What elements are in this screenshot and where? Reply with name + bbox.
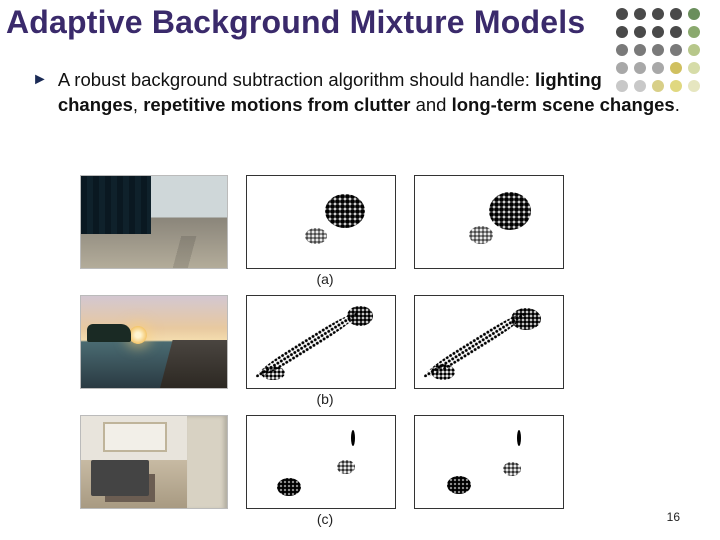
decorative-dot — [652, 44, 664, 56]
thumb-office — [80, 415, 228, 509]
scatter-c-2 — [414, 415, 564, 509]
scatter-b-1 — [246, 295, 396, 389]
bullet-marker-icon: ► — [32, 71, 48, 89]
figure-label-a: (a) — [80, 271, 570, 287]
figure-row-b — [80, 295, 640, 389]
decorative-dot — [652, 26, 664, 38]
page-number: 16 — [667, 510, 680, 524]
thumb-sunset — [80, 295, 228, 389]
bullet-bold-3: long-term scene changes — [452, 94, 675, 115]
figure-label-b: (b) — [80, 391, 570, 407]
decorative-dot — [616, 44, 628, 56]
figure-label-c: (c) — [80, 511, 570, 527]
bullet-end: . — [675, 94, 680, 115]
bullet-sep-1: , — [133, 94, 143, 115]
decorative-dot — [688, 80, 700, 92]
bullet-mid: and — [410, 94, 451, 115]
bullet-item: ► A robust background subtraction algori… — [32, 68, 680, 118]
decorative-dot — [670, 44, 682, 56]
figure-row-a — [80, 175, 640, 269]
scatter-a-2 — [414, 175, 564, 269]
thumb-building — [80, 175, 228, 269]
decorative-dot — [688, 8, 700, 20]
bullet-pre: A robust background subtraction algorith… — [58, 69, 535, 90]
decorative-dot — [634, 44, 646, 56]
decorative-dot — [634, 8, 646, 20]
decorative-dot — [652, 8, 664, 20]
decorative-dot — [634, 26, 646, 38]
scatter-a-1 — [246, 175, 396, 269]
decorative-dot — [688, 44, 700, 56]
slide-title: Adaptive Background Mixture Models — [6, 4, 585, 41]
decorative-dot — [688, 26, 700, 38]
figure-row-c — [80, 415, 640, 509]
bullet-text: A robust background subtraction algorith… — [58, 68, 680, 118]
scatter-b-2 — [414, 295, 564, 389]
bullet-bold-2: repetitive motions from clutter — [143, 94, 410, 115]
decorative-dot — [670, 8, 682, 20]
decorative-dot — [670, 26, 682, 38]
decorative-dot — [616, 26, 628, 38]
decorative-dot — [616, 8, 628, 20]
figure-grid: (a) (b) (c) — [80, 175, 640, 535]
scatter-c-1 — [246, 415, 396, 509]
decorative-dot — [688, 62, 700, 74]
